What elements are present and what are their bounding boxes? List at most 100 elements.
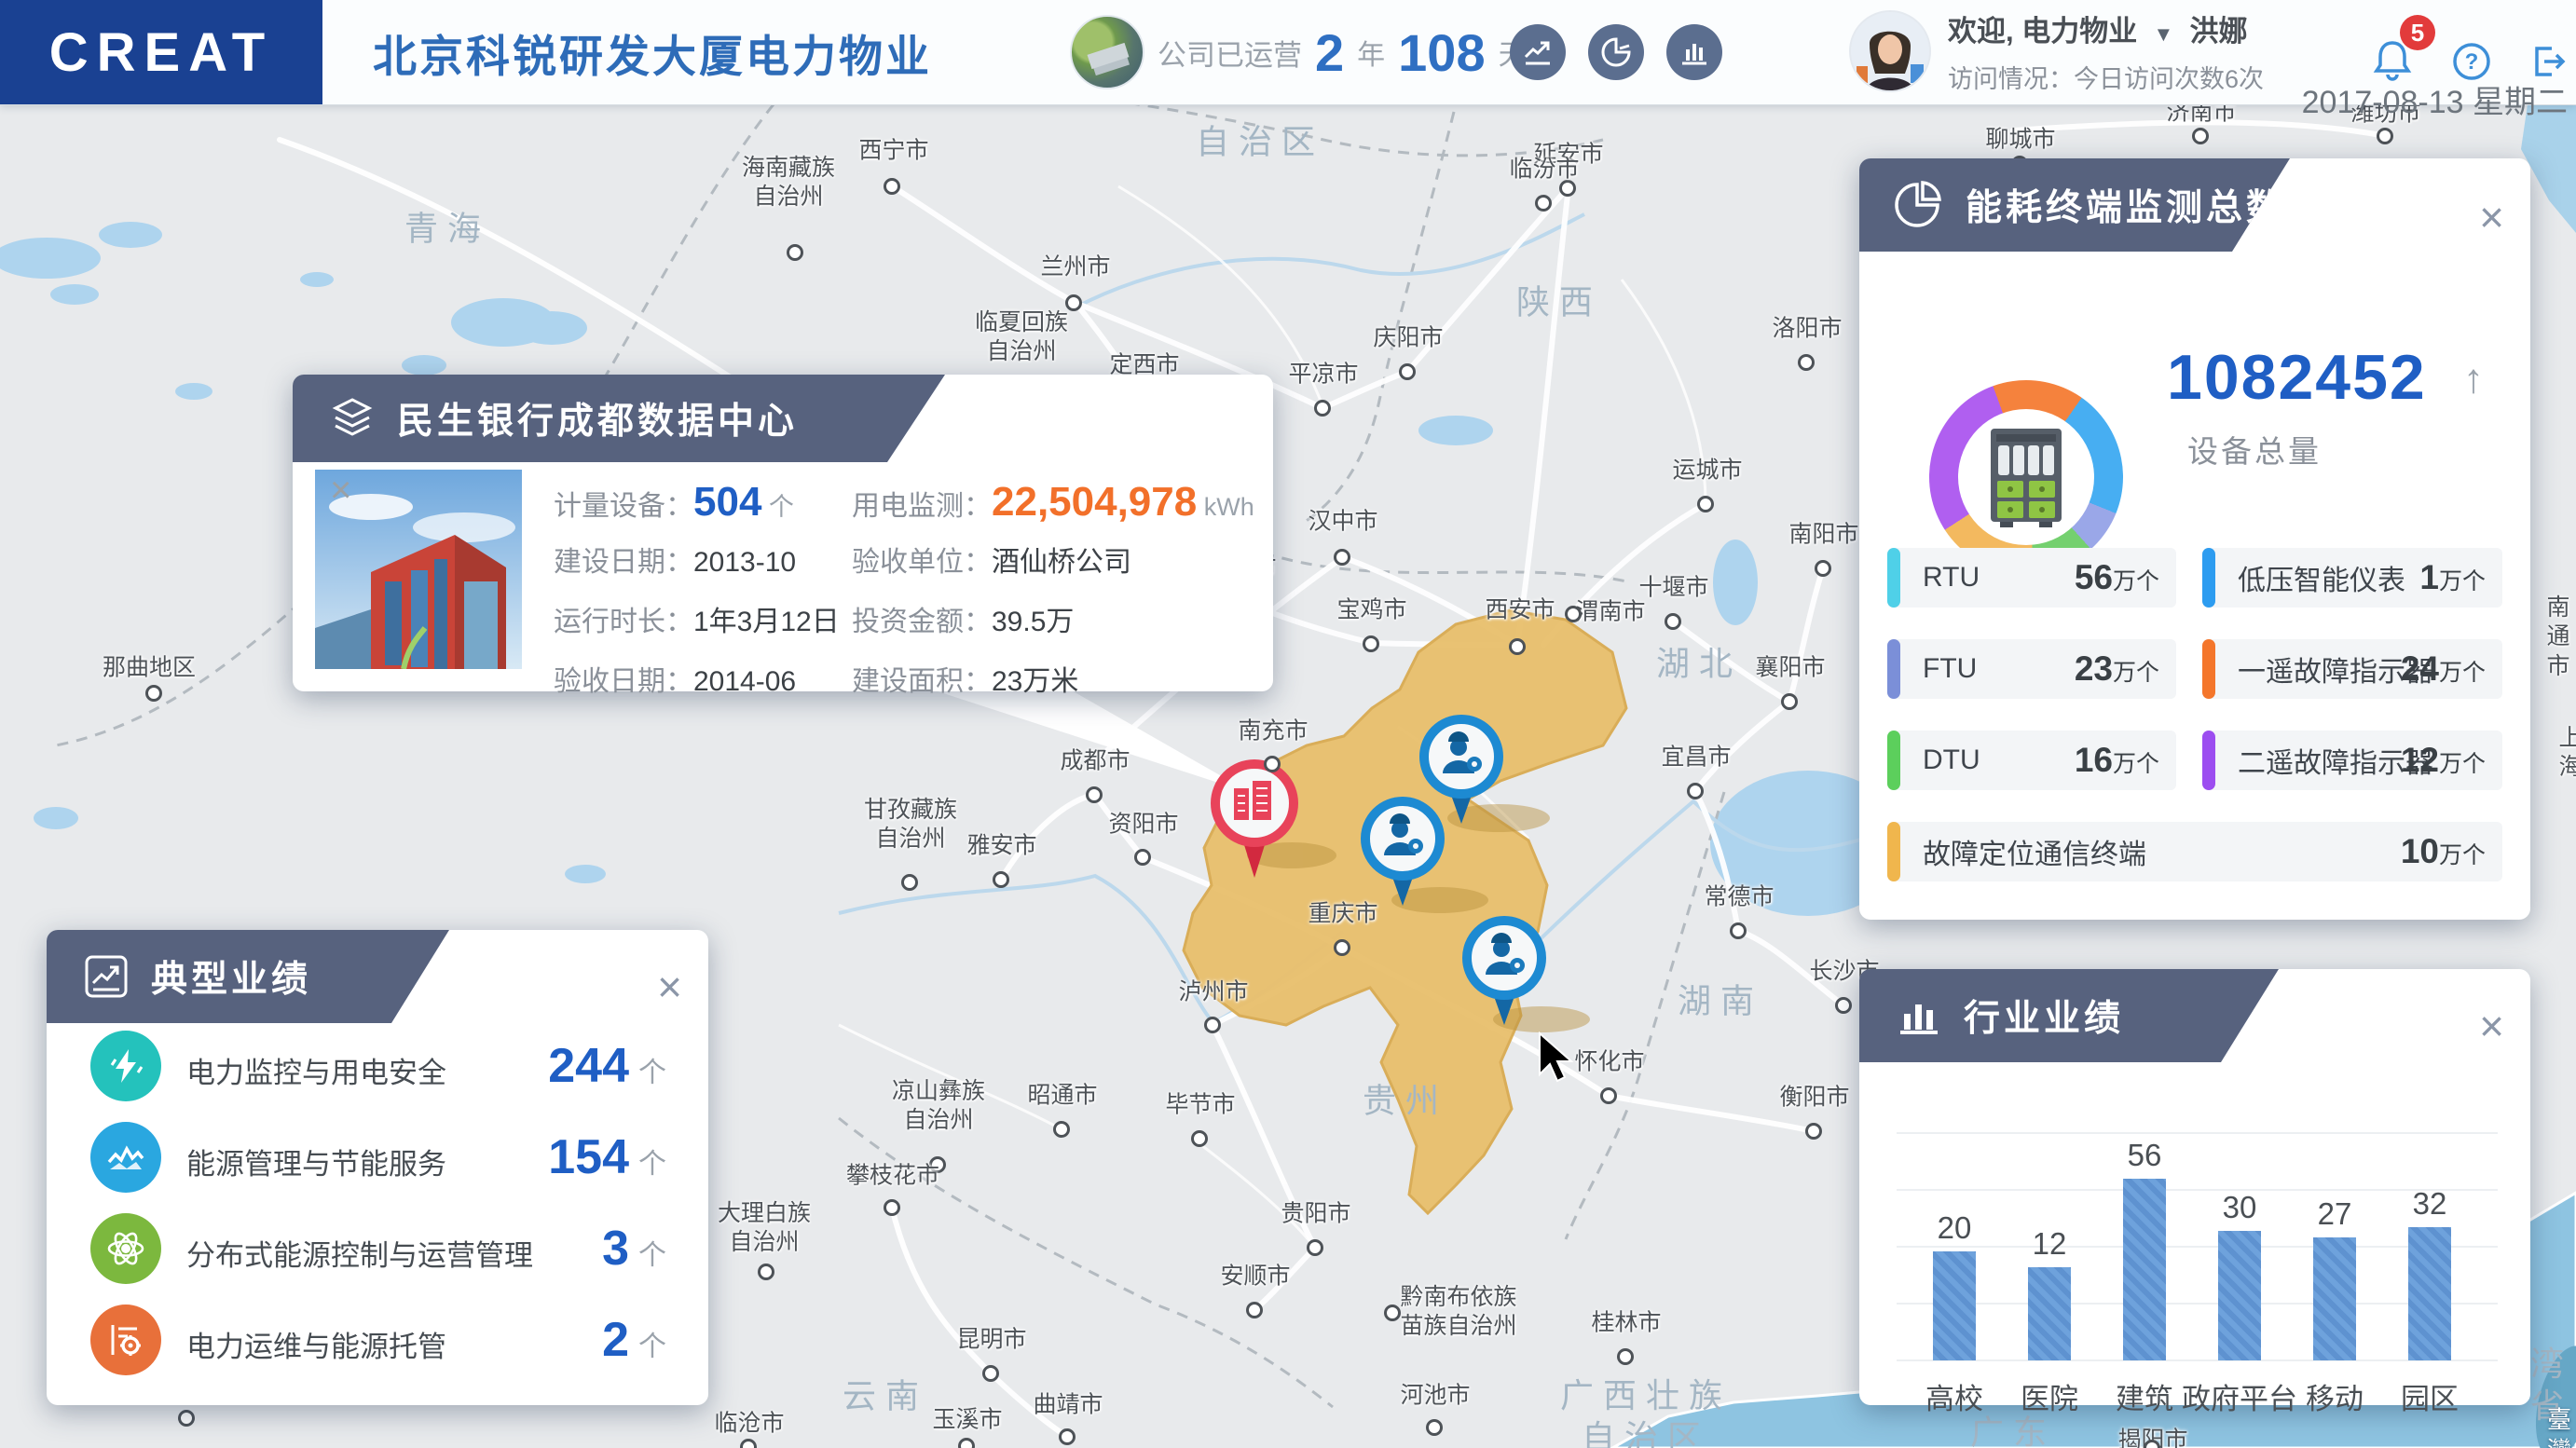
popup-field: 运行时长：1年3月12日	[554, 607, 840, 637]
performance-item[interactable]: 电力运维与能源托管 2 个	[47, 1305, 708, 1375]
performance-item-label: 电力运维与能源托管	[186, 1331, 446, 1363]
popup-field: 验收日期：2014-06	[554, 666, 797, 697]
operating-duration: 公司已运营 2 年 108 天	[1070, 0, 1527, 104]
performance-item-value: 3个	[602, 1222, 666, 1276]
svg-text:?: ?	[2465, 49, 2479, 75]
bar-category-label: 园区	[2401, 1383, 2459, 1415]
bar[interactable]	[1933, 1251, 1976, 1360]
performance-item-value: 244 个	[548, 1039, 666, 1093]
legend-color-bar	[1887, 639, 1900, 699]
bar[interactable]	[2313, 1237, 2356, 1360]
performance-banner: 典型业绩	[47, 930, 449, 1023]
bell-icon[interactable]: 5	[2372, 15, 2435, 82]
bar[interactable]	[2218, 1231, 2261, 1360]
legend-name: DTU	[1923, 744, 1980, 775]
terminal-panel: 能耗终端监测总数 × 1082452 ↑ 设备总量 RTU 56万个 低压智能仪表 1…	[1859, 158, 2530, 920]
page-title: 北京科锐研发大厦电力物业	[373, 31, 932, 81]
pie-icon[interactable]	[1588, 24, 1644, 80]
legend-value: 23万个	[2074, 649, 2159, 688]
performance-title: 典型业绩	[151, 960, 312, 1000]
bar-value-label: 12	[2032, 1226, 2067, 1261]
performance-close-button[interactable]: ×	[657, 965, 682, 1008]
visit-info: 访问情况：今日访问次数6次	[1948, 65, 2265, 93]
legend-name: 低压智能仪表	[2238, 566, 2405, 596]
performance-item-value: 154 个	[548, 1130, 666, 1184]
chongqing-region[interactable]	[1182, 608, 1628, 1216]
performance-item[interactable]: 分布式能源控制与运营管理 3 个	[47, 1213, 708, 1284]
legend-value: 1万个	[2419, 558, 2486, 596]
performance-item-label: 分布式能源控制与运营管理	[186, 1239, 533, 1272]
legend-name: FTU	[1923, 653, 1978, 684]
legend-item: DTU 16万个	[1887, 731, 2176, 790]
legend-item: 二遥故障指示器 12万个	[2202, 731, 2502, 790]
popup-field: 验收单位：酒仙桥公司	[852, 547, 1131, 578]
industry-title: 行业业绩	[1964, 999, 2125, 1039]
legend-value: 56万个	[2074, 558, 2159, 596]
legend-item: RTU 56万个	[1887, 548, 2176, 608]
bolt-icon	[90, 1031, 161, 1101]
popup-close-button[interactable]: ×	[330, 471, 351, 509]
performance-item[interactable]: 能源管理与节能服务 154 个	[47, 1122, 708, 1193]
performance-item-label: 能源管理与节能服务	[186, 1148, 446, 1181]
chevron-down-icon: ▼	[2153, 22, 2174, 46]
legend-color-bar	[2202, 548, 2215, 608]
legend-color-bar	[1887, 822, 1900, 881]
performance-panel: 典型业绩 × 电力监控与用电安全 244 个能源管理与节能服务 154 个分布式能源控制…	[47, 930, 708, 1405]
legend-color-bar	[2202, 731, 2215, 790]
trend-icon[interactable]	[1510, 24, 1566, 80]
bar-chart-icon	[1895, 991, 1943, 1040]
legend-value: 16万个	[2074, 741, 2159, 779]
atom-icon	[90, 1213, 161, 1284]
industry-bar-chart: 20 高校 12 医院 56 建筑 30 政府平台 27 移动 32 园区	[1897, 1081, 2498, 1415]
legend-color-bar	[1887, 548, 1900, 608]
operate-label: 公司已运营	[1158, 38, 1302, 72]
popup-title: 民生银行成都数据中心	[397, 402, 799, 442]
user-block[interactable]: 欢迎, 电力物业 ▼ 洪娜 访问情况：今日访问次数6次	[1849, 7, 2264, 95]
terminal-banner: 能耗终端监测总数	[1859, 158, 2290, 252]
logo-text: CREAT	[48, 21, 274, 83]
performance-item-value: 2个	[602, 1313, 666, 1367]
gear-icon	[90, 1305, 161, 1375]
device-total: 1082452	[2167, 342, 2427, 413]
industry-close-button[interactable]: ×	[2479, 1004, 2504, 1047]
username: 洪娜	[2189, 15, 2248, 48]
bar[interactable]	[2408, 1227, 2451, 1360]
terminal-close-button[interactable]: ×	[2479, 196, 2504, 239]
up-arrow-icon: ↑	[2463, 356, 2484, 402]
performance-item[interactable]: 电力监控与用电安全 244 个	[47, 1031, 708, 1101]
popup-tail	[932, 690, 1253, 794]
terminal-title: 能耗终端监测总数	[1966, 188, 2287, 228]
legend-color-bar	[2202, 639, 2215, 699]
popup-field: 投资金额：39.5万	[852, 607, 1075, 637]
gridline	[1897, 1132, 2498, 1134]
operate-years: 2	[1315, 22, 1345, 82]
bar-icon[interactable]	[1666, 24, 1722, 80]
legend-item: 故障定位通信终端 10万个	[1887, 822, 2502, 881]
legend-value: 24万个	[2400, 649, 2486, 688]
top-header: CREAT 北京科锐研发大厦电力物业 公司已运营 2 年 108 天	[0, 0, 2576, 120]
dashboard-screen: 海南藏族 自治州西宁市兰州市临夏回族 自治州定西市甘南藏族 自治州果洛藏族 自治…	[0, 0, 2576, 1448]
logo[interactable]: CREAT	[0, 0, 322, 104]
legend-name: RTU	[1923, 562, 1980, 593]
mouse-cursor	[1539, 1031, 1574, 1083]
bar[interactable]	[2028, 1267, 2071, 1360]
popup-banner: 民生银行成都数据中心	[293, 375, 945, 462]
bar[interactable]	[2123, 1179, 2166, 1360]
popup-field: 建设面积：23万米	[852, 666, 1079, 697]
bar-value-label: 32	[2412, 1186, 2447, 1221]
legend-item: FTU 23万个	[1887, 639, 2176, 699]
device-donut-chart	[1929, 380, 2123, 574]
performance-item-label: 电力监控与用电安全	[186, 1057, 446, 1089]
legend-name: 故障定位通信终端	[1923, 840, 2146, 870]
layers-icon	[328, 394, 377, 443]
device-cabinet-icon	[1991, 429, 2062, 527]
legend-item: 低压智能仪表 1万个	[2202, 548, 2502, 608]
device-total-label: 设备总量	[2187, 434, 2322, 469]
legend-item: 一遥故障指示器 24万个	[2202, 639, 2502, 699]
popup-field: 用电监测：22,504,978 kWh	[852, 479, 1254, 525]
avatar	[1849, 10, 1931, 92]
notification-badge: 5	[2400, 15, 2435, 50]
welcome-line: 欢迎, 电力物业 ▼ 洪娜	[1948, 15, 2248, 48]
legend-value: 10万个	[2400, 832, 2486, 870]
date-display: 2017-08-13 星期二	[2301, 85, 2568, 120]
